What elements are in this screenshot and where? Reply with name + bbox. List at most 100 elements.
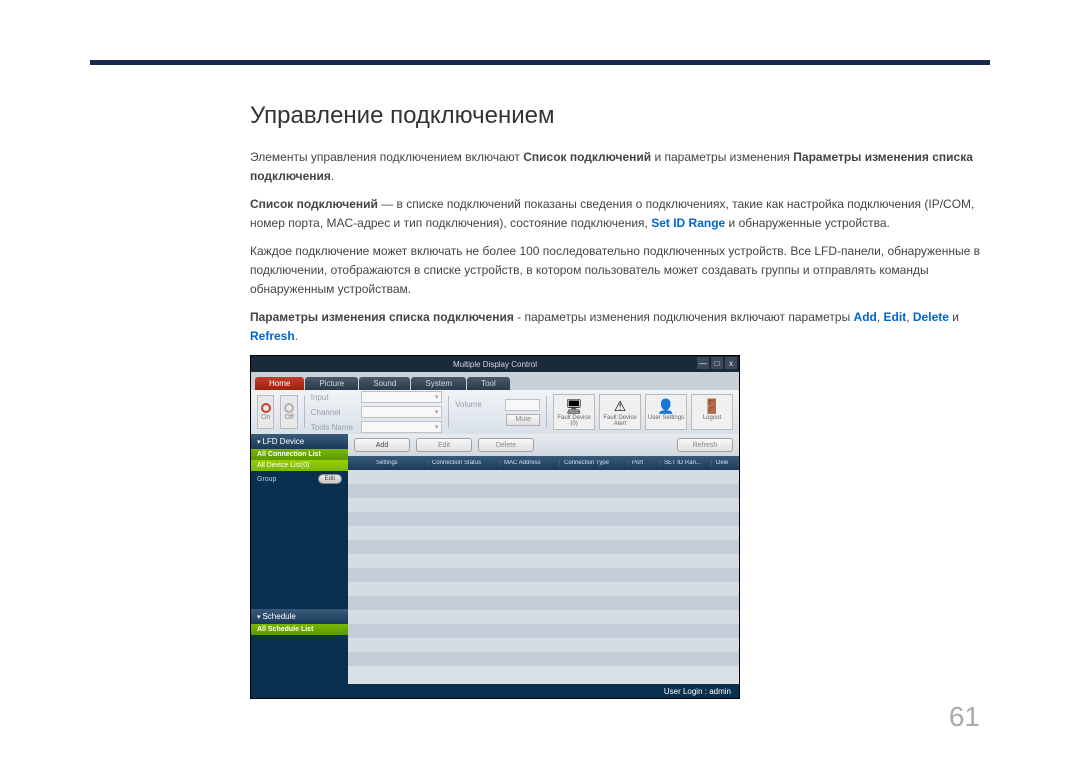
chevron-down-icon: ▾: [435, 408, 439, 416]
table-row: [348, 498, 739, 512]
text: - параметры изменения подключения включа…: [514, 310, 854, 324]
channel-select[interactable]: ▾: [361, 406, 443, 418]
sidebar-section-lfd[interactable]: LFD Device: [251, 434, 348, 449]
table-row: [348, 526, 739, 540]
power-on-label: On: [261, 414, 270, 421]
page-number: 61: [949, 701, 980, 733]
grid-toolbar: Add Edit Delete Refresh: [348, 434, 739, 456]
window-titlebar: Multiple Display Control — □ x: [251, 356, 739, 372]
logout-icon: 🚪: [700, 397, 724, 415]
delete-button[interactable]: Delete: [478, 438, 534, 452]
group-label: Group: [257, 476, 276, 483]
app-screenshot: Multiple Display Control — □ x Home Pict…: [250, 355, 740, 699]
separator: [546, 396, 547, 428]
input-select[interactable]: ▾: [361, 391, 443, 403]
window-title: Multiple Display Control: [453, 360, 537, 369]
maximize-button[interactable]: □: [711, 357, 723, 369]
user-settings-icon: 👤: [654, 397, 678, 415]
separator: [448, 396, 449, 428]
page-content: Управление подключением Элементы управле…: [250, 102, 990, 699]
table-row: [348, 582, 739, 596]
paragraph-4: Параметры изменения списка подключения -…: [250, 308, 990, 345]
main-tabs: Home Picture Sound System Tool: [251, 372, 739, 390]
fault-device-icon: 🖥: [562, 397, 586, 415]
sidebar-item-all-schedule[interactable]: All Schedule List: [251, 624, 348, 635]
toolbar-right-icons: 🖥 Fault Device (0) ⚠ Fault Device Alert …: [553, 394, 733, 430]
paragraph-3: Каждое подключение может включать не бол…: [250, 242, 990, 298]
text-bold: Список подключений: [250, 197, 378, 211]
table-row: [348, 638, 739, 652]
icon-label: Fault Device (0): [555, 415, 593, 427]
power-on-button[interactable]: On: [257, 395, 274, 429]
col-settings[interactable]: Settings: [372, 460, 428, 466]
text: Элементы управления подключением включаю…: [250, 150, 523, 164]
status-login: User Login : admin: [664, 687, 731, 696]
edit-button[interactable]: Edit: [416, 438, 472, 452]
tab-picture[interactable]: Picture: [305, 377, 358, 390]
tab-home[interactable]: Home: [255, 377, 304, 390]
table-row: [348, 610, 739, 624]
fault-device-button[interactable]: 🖥 Fault Device (0): [553, 394, 595, 430]
text-bold: Параметры изменения списка подключения: [250, 310, 514, 324]
mute-button[interactable]: Mute: [506, 414, 540, 426]
status-bar: User Login : admin: [251, 684, 739, 698]
table-row: [348, 596, 739, 610]
table-row: [348, 624, 739, 638]
volume-field[interactable]: [505, 399, 540, 411]
chevron-down-icon: ▾: [435, 393, 439, 401]
sidebar-item-all-connection[interactable]: All Connection List: [251, 449, 348, 460]
col-port[interactable]: Port: [628, 460, 660, 466]
text: и: [949, 310, 959, 324]
header-rule: [90, 60, 990, 65]
logout-button[interactable]: 🚪 Logout: [691, 394, 733, 430]
power-off-button[interactable]: Off: [280, 395, 297, 429]
text: .: [295, 329, 298, 343]
table-row: [348, 512, 739, 526]
sidebar-item-group: Group Edit: [251, 471, 348, 487]
tools-label: Tools Name: [311, 423, 357, 432]
close-button[interactable]: x: [725, 357, 737, 369]
separator: [304, 396, 305, 428]
fault-alert-button[interactable]: ⚠ Fault Device Alert: [599, 394, 641, 430]
user-settings-button[interactable]: 👤 User Settings: [645, 394, 687, 430]
tab-tool[interactable]: Tool: [467, 377, 510, 390]
table-row: [348, 484, 739, 498]
sidebar-item-all-device[interactable]: All Device List(0): [251, 460, 348, 471]
add-button[interactable]: Add: [354, 438, 410, 452]
highlight-add: Add: [854, 310, 877, 324]
highlight-set-id-range: Set ID Range: [651, 216, 725, 230]
power-off-icon: [284, 403, 294, 413]
table-row: [348, 540, 739, 554]
highlight-delete: Delete: [913, 310, 949, 324]
tab-system[interactable]: System: [411, 377, 466, 390]
highlight-refresh: Refresh: [250, 329, 295, 343]
channel-label: Channel: [311, 408, 357, 417]
toolbar: On Off Input ▾ Channel ▾ Tools Name ▾: [251, 390, 739, 434]
input-label: Input: [311, 393, 357, 402]
sidebar-section-schedule[interactable]: Schedule: [251, 609, 348, 624]
power-on-icon: [261, 403, 271, 413]
tools-select[interactable]: ▾: [361, 421, 443, 433]
refresh-button[interactable]: Refresh: [677, 438, 733, 452]
table-row: [348, 554, 739, 568]
text: и обнаруженные устройства.: [725, 216, 890, 230]
tab-sound[interactable]: Sound: [359, 377, 410, 390]
paragraph-2: Список подключений — в списке подключени…: [250, 195, 990, 232]
col-mac-address[interactable]: MAC Address: [500, 460, 560, 466]
col-set-id-range[interactable]: SET ID Ran...: [660, 460, 712, 466]
text: ,: [877, 310, 884, 324]
group-edit-button[interactable]: Edit: [318, 474, 342, 484]
grid-body: [348, 470, 739, 684]
icon-label: Logout: [703, 415, 721, 421]
page-title: Управление подключением: [250, 102, 990, 130]
col-connection-type[interactable]: Connection Type: [560, 460, 628, 466]
text: и параметры изменения: [651, 150, 793, 164]
highlight-edit: Edit: [884, 310, 907, 324]
table-row: [348, 568, 739, 582]
minimize-button[interactable]: —: [697, 357, 709, 369]
col-connection-status[interactable]: Connection Status: [428, 460, 500, 466]
col-delete[interactable]: Dele: [712, 460, 739, 466]
grid-area: Add Edit Delete Refresh Settings Connect…: [348, 434, 739, 684]
grid-header: Settings Connection Status MAC Address C…: [348, 456, 739, 470]
power-off-label: Off: [285, 414, 294, 421]
